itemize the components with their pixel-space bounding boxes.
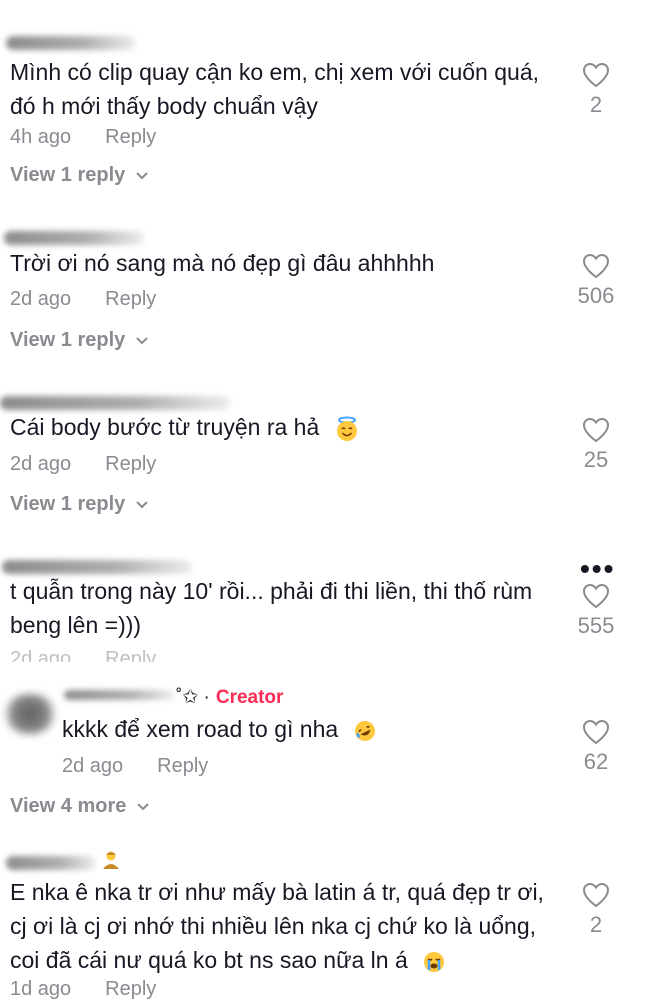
timestamp: 2d ago — [10, 453, 72, 475]
view-replies-label: View 1 reply — [10, 329, 126, 351]
more-options-button[interactable]: ••• — [580, 553, 615, 585]
like-count: 25 — [583, 447, 609, 472]
timestamp: 2d ago — [10, 648, 72, 670]
blurred-avatar — [2, 694, 58, 734]
like-group: 25 — [566, 417, 626, 473]
blurred-username — [4, 231, 144, 245]
view-more-label: View 4 more — [10, 795, 127, 817]
chevron-down-icon — [136, 171, 148, 179]
blurred-username — [0, 396, 230, 410]
creator-suffix: ˚✩ · — [176, 687, 210, 708]
comment-meta: 4h ago Reply — [10, 126, 156, 149]
reply-button[interactable]: Reply — [157, 755, 208, 778]
timestamp: 2d ago — [62, 755, 124, 777]
view-more-button[interactable]: View 4 more — [10, 795, 150, 818]
like-group: 2 — [566, 62, 626, 118]
view-replies-button[interactable]: View 1 reply — [10, 493, 149, 516]
comment-text: Cái body bước từ truyện ra hả — [10, 410, 360, 444]
like-count: 2 — [589, 912, 603, 937]
comment-meta: 2d ago Reply — [10, 648, 156, 670]
reply-button[interactable]: Reply — [105, 126, 156, 149]
view-replies-label: View 1 reply — [10, 164, 126, 186]
like-group: 555 — [566, 583, 626, 639]
heart-icon[interactable] — [582, 417, 610, 443]
chevron-down-icon — [136, 336, 148, 344]
blurred-username — [6, 856, 96, 870]
like-count: 555 — [577, 613, 615, 638]
like-group: 2 — [566, 882, 626, 938]
comment-text: Trời ơi nó sang mà nó đẹp gì đâu ahhhhh — [10, 250, 435, 276]
comment-meta: 2d ago Reply — [10, 453, 156, 476]
creator-label: ˚✩ · Creator — [176, 686, 283, 709]
smiling-face-with-halo-icon — [336, 416, 357, 441]
timestamp: 4h ago — [10, 126, 72, 148]
like-count: 62 — [583, 749, 609, 774]
heart-icon[interactable] — [582, 62, 610, 88]
reply-button[interactable]: Reply — [105, 288, 156, 311]
like-group: 62 — [566, 719, 626, 775]
comment-meta: 2d ago Reply — [10, 288, 156, 311]
heart-icon[interactable] — [582, 583, 610, 609]
heart-icon[interactable] — [582, 253, 610, 279]
like-count: 2 — [589, 92, 603, 117]
heart-icon[interactable] — [582, 882, 610, 908]
timestamp: 2d ago — [10, 288, 72, 310]
loudly-crying-face-icon — [424, 951, 445, 972]
reply-button[interactable]: Reply — [105, 453, 156, 476]
view-replies-button[interactable]: View 1 reply — [10, 164, 149, 187]
blurred-username — [6, 36, 136, 50]
person-emoji-icon — [103, 851, 119, 869]
view-replies-button[interactable]: View 1 reply — [10, 329, 149, 352]
like-count: 506 — [577, 283, 615, 308]
comment-text: kkkk để xem road to gì nha — [62, 712, 377, 746]
chevron-down-icon — [137, 802, 150, 810]
blurred-username — [64, 690, 174, 700]
blurred-username — [2, 560, 192, 574]
comment-meta: 1d ago Reply — [10, 978, 156, 1001]
timestamp: 1d ago — [10, 978, 72, 1000]
rolling-on-floor-laughing-icon — [354, 720, 375, 741]
like-group: 506 — [566, 253, 626, 309]
reply-button[interactable]: Reply — [105, 978, 156, 1001]
chevron-down-icon — [136, 500, 148, 508]
heart-icon[interactable] — [582, 719, 610, 745]
view-replies-label: View 1 reply — [10, 493, 126, 515]
creator-badge: Creator — [215, 686, 284, 708]
comment-text: E nka ê nka tr ơi như mấy bà latin á tr,… — [10, 879, 544, 973]
comment-text: Mình có clip quay cận ko em, chị xem với… — [10, 59, 539, 119]
comment-meta: 2d ago Reply — [62, 755, 208, 778]
comment-text: t quẫn trong này 10' rồi... phải đi thi … — [10, 578, 533, 638]
reply-button[interactable]: Reply — [105, 648, 156, 662]
